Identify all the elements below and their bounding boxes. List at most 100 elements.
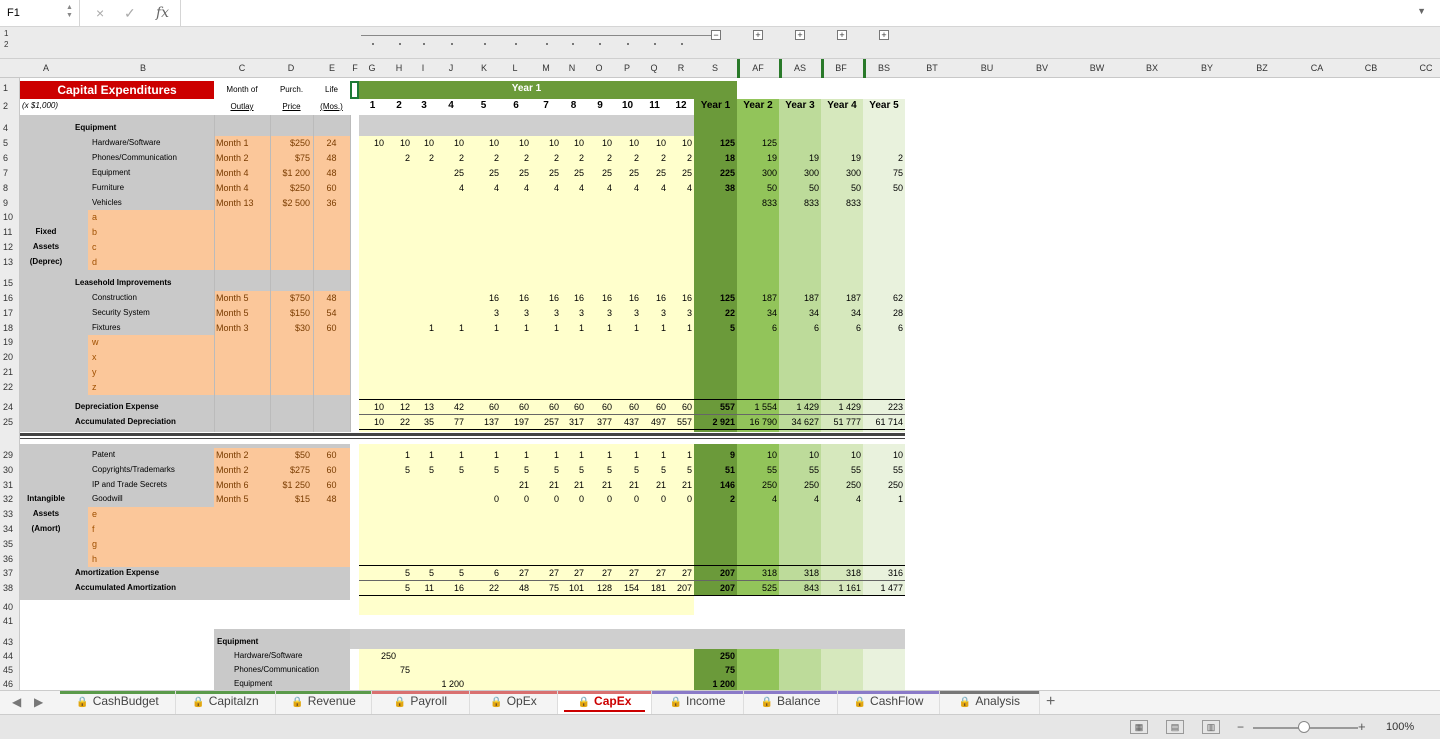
month-value[interactable] [359, 566, 386, 580]
month-value[interactable]: 2 [386, 151, 412, 165]
month-value[interactable] [668, 196, 694, 210]
month-value[interactable]: 5 [386, 581, 412, 595]
row-header[interactable]: 17 [0, 308, 20, 318]
year-value[interactable]: 10 [821, 448, 863, 462]
year-value[interactable]: 1 161 [821, 581, 863, 595]
month-header[interactable]: 8 [561, 99, 586, 113]
row-label[interactable]: Hardware/Software [88, 136, 214, 150]
month-value[interactable] [561, 196, 586, 210]
month-value[interactable]: 0 [561, 492, 586, 506]
month-value[interactable] [359, 196, 386, 210]
year-value[interactable]: 833 [821, 196, 863, 210]
month-value[interactable]: 5 [641, 463, 668, 477]
month-value[interactable]: 1 [436, 321, 466, 335]
month-value[interactable] [586, 649, 614, 663]
month-value[interactable]: 13 [412, 400, 436, 414]
year-value[interactable] [694, 196, 737, 210]
month-value[interactable]: 60 [466, 400, 501, 414]
month-value[interactable]: 1 [561, 448, 586, 462]
month-value[interactable]: 5 [386, 566, 412, 580]
purchase-price[interactable]: $150 [270, 306, 313, 320]
year-value[interactable]: 525 [737, 581, 779, 595]
column-header[interactable]: S [700, 63, 730, 73]
useful-life[interactable]: 48 [313, 166, 350, 180]
month-value[interactable]: 0 [641, 492, 668, 506]
month-value[interactable] [436, 649, 466, 663]
year-value[interactable]: 22 [694, 306, 737, 320]
month-value[interactable]: 10 [501, 136, 531, 150]
column-header[interactable]: L [500, 63, 530, 73]
column-header[interactable]: O [584, 63, 614, 73]
sheet-tab-balance[interactable]: 🔒 Balance [744, 691, 838, 715]
month-value[interactable]: 25 [501, 166, 531, 180]
year-value[interactable]: 1 [863, 492, 905, 506]
row-header[interactable]: 45 [0, 665, 20, 675]
year-value[interactable]: 75 [863, 166, 905, 180]
month-value[interactable] [412, 291, 436, 305]
year-value[interactable]: 55 [821, 463, 863, 477]
month-value[interactable]: 4 [614, 181, 641, 195]
year-value[interactable]: 10 [737, 448, 779, 462]
year-value[interactable]: 10 [779, 448, 821, 462]
year-value[interactable]: 207 [694, 566, 737, 580]
month-value[interactable]: 60 [531, 400, 561, 414]
month-value[interactable]: 4 [641, 181, 668, 195]
month-value[interactable]: 60 [641, 400, 668, 414]
year-header[interactable]: Year 1 [694, 99, 737, 113]
year-value[interactable]: 1 477 [863, 581, 905, 595]
month-value[interactable]: 21 [531, 478, 561, 492]
month-value[interactable]: 2 [668, 151, 694, 165]
purchase-price[interactable]: $1 250 [270, 478, 313, 492]
year-value[interactable]: 187 [737, 291, 779, 305]
purchase-price[interactable]: $15 [270, 492, 313, 506]
amortization-label[interactable]: Amortization Expense [72, 566, 214, 580]
month-value[interactable]: 5 [668, 463, 694, 477]
year-value[interactable]: 125 [694, 291, 737, 305]
month-value[interactable]: 27 [641, 566, 668, 580]
page-break-icon[interactable]: ▥ [1202, 720, 1220, 734]
year-header[interactable]: Year 4 [821, 99, 863, 113]
month-value[interactable] [614, 196, 641, 210]
month-value[interactable]: 0 [614, 492, 641, 506]
month-value[interactable]: 1 [501, 448, 531, 462]
year1-banner[interactable]: Year 1 [359, 82, 694, 96]
year-value[interactable] [779, 136, 821, 150]
month-value[interactable] [412, 306, 436, 320]
useful-life[interactable]: 48 [313, 492, 350, 506]
year-value[interactable]: 1 429 [821, 400, 863, 414]
month-value[interactable] [359, 463, 386, 477]
year-value[interactable]: 843 [779, 581, 821, 595]
month-header[interactable]: 10 [614, 99, 641, 113]
month-value[interactable]: 5 [436, 566, 466, 580]
blank-item-label[interactable]: g [88, 537, 214, 551]
month-value[interactable]: 207 [668, 581, 694, 595]
purchase-price[interactable]: $275 [270, 463, 313, 477]
month-value[interactable] [586, 196, 614, 210]
year-value[interactable]: 318 [737, 566, 779, 580]
formula-input[interactable] [180, 0, 1420, 26]
month-value[interactable]: 197 [501, 415, 531, 429]
month-value[interactable]: 12 [386, 400, 412, 414]
useful-life[interactable]: 60 [313, 181, 350, 195]
row-label[interactable]: Construction [88, 291, 214, 305]
month-value[interactable]: 60 [668, 400, 694, 414]
column-header[interactable]: BY [1192, 63, 1222, 73]
month-value[interactable] [614, 649, 641, 663]
page-layout-icon[interactable]: ▤ [1166, 720, 1184, 734]
year-value[interactable]: 300 [821, 166, 863, 180]
year-value[interactable]: 4 [779, 492, 821, 506]
month-value[interactable] [386, 196, 412, 210]
section-header-equipment[interactable]: Equipment [72, 121, 214, 135]
row-header[interactable]: 30 [0, 465, 20, 475]
month-value[interactable]: 60 [501, 400, 531, 414]
month-value[interactable]: 10 [641, 136, 668, 150]
month-value[interactable]: 181 [641, 581, 668, 595]
month-value[interactable]: 137 [466, 415, 501, 429]
month-value[interactable]: 27 [531, 566, 561, 580]
normal-view-icon[interactable]: ▦ [1130, 720, 1148, 734]
month-value[interactable]: 4 [668, 181, 694, 195]
month-value[interactable] [668, 663, 694, 677]
month-value[interactable] [436, 291, 466, 305]
month-header[interactable]: 2 [386, 99, 412, 113]
month-header[interactable]: 11 [641, 99, 668, 113]
